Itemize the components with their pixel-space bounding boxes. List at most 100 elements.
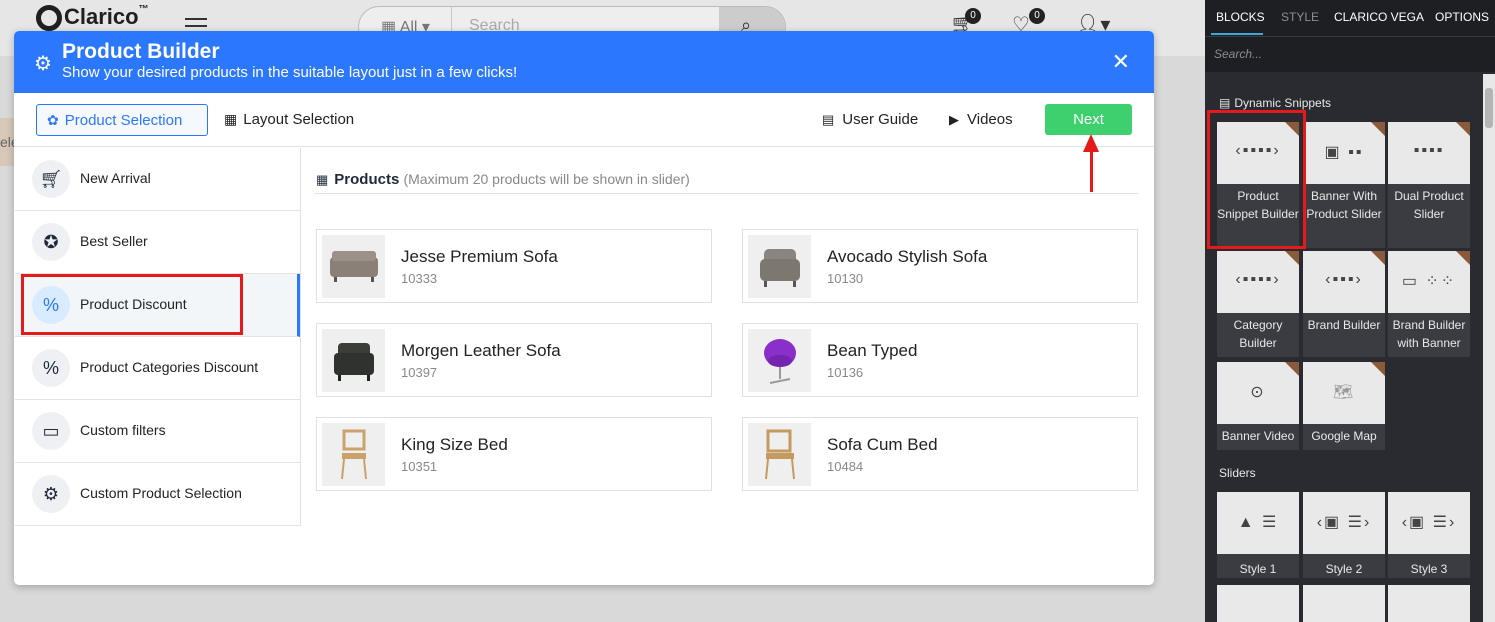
document-icon: ▤ [822, 112, 835, 127]
tab-product-selection[interactable]: ✿ Product Selection [36, 104, 208, 136]
block-preview: ‹▪▪▪› [1303, 251, 1385, 313]
product-card[interactable]: Sofa Cum Bed 10484 [742, 417, 1138, 491]
editor-blocks-panel: BLOCKS STYLE CLARICO VEGA OPTIONS Search… [1205, 0, 1495, 622]
block-dual-product-slider[interactable]: ▪▪▪▪ Dual Product Slider [1388, 122, 1470, 248]
product-name: Bean Typed [827, 341, 918, 360]
product-image [748, 423, 811, 486]
block-google-map[interactable]: 🗺︎ Google Map [1303, 362, 1385, 450]
product-name: Jesse Premium Sofa [401, 247, 558, 266]
product-name: Avocado Stylish Sofa [827, 247, 988, 266]
product-code: 10333 [401, 271, 438, 286]
filter-window-icon: ▭ [32, 412, 70, 450]
scrollbar-thumb[interactable] [1485, 88, 1493, 128]
grid-icon: ▦ [316, 172, 329, 187]
product-image [322, 329, 385, 392]
block-brand-builder[interactable]: ‹▪▪▪› Brand Builder [1303, 251, 1385, 357]
clarico-logo[interactable]: Clarico™ [36, 4, 149, 32]
section-sliders: Sliders [1219, 466, 1256, 480]
product-code: 10484 [827, 459, 864, 474]
product-image [322, 423, 385, 486]
block-preview: ‹▣ ☰› [1388, 492, 1470, 554]
section-dynamic-snippets: ▤ Dynamic Snippets [1219, 96, 1332, 110]
tab-blocks[interactable]: BLOCKS [1216, 10, 1265, 24]
block-banner-video[interactable]: ⊙ Banner Video [1217, 362, 1299, 450]
tab-layout-selection[interactable]: ▦ Layout Selection [214, 104, 366, 136]
product-name: Morgen Leather Sofa [401, 341, 561, 360]
block-preview: 🗺︎ [1303, 362, 1385, 424]
highlight-box-product-discount [21, 274, 243, 335]
block-brand-builder-with-banner[interactable]: ▭ ⁘⁘ Brand Builder with Banner [1388, 251, 1470, 357]
block-preview: ‹▪▪▪▪› [1217, 251, 1299, 313]
modal-subtitle: Show your desired products in the suitab… [62, 64, 518, 81]
category-discount-icon: % [32, 349, 70, 387]
product-selection-icon: ✿ [47, 112, 59, 128]
tab-style[interactable]: STYLE [1281, 10, 1319, 24]
block-slider-preview[interactable] [1217, 585, 1299, 622]
panel-tabs: BLOCKS STYLE CLARICO VEGA OPTIONS [1205, 0, 1495, 36]
block-slider-style-1[interactable]: ▲ ☰ Style 1 [1217, 492, 1299, 578]
modal-title: Product Builder [62, 40, 220, 63]
tab-clarico-vega[interactable]: CLARICO VEGA [1334, 10, 1424, 24]
product-card[interactable]: Bean Typed 10136 [742, 323, 1138, 397]
panel-scrollbar[interactable] [1483, 74, 1495, 622]
sidebar-item-product-categories-discount[interactable]: % Product Categories Discount [15, 337, 300, 400]
product-image [322, 235, 385, 298]
wishlist-count-badge: 0 [1029, 8, 1045, 24]
block-preview [1303, 585, 1385, 622]
block-preview: ▲ ☰ [1217, 492, 1299, 554]
product-code: 10397 [401, 365, 438, 380]
modal-toolbar: ✿ Product Selection ▦ Layout Selection ▤ Us… [14, 93, 1154, 147]
user-guide-link[interactable]: ▤ User Guide [822, 111, 918, 128]
product-code: 10351 [401, 459, 438, 474]
product-code: 10136 [827, 365, 864, 380]
cart-icon: 🛒︎ [32, 160, 70, 198]
next-button[interactable]: Next [1045, 104, 1132, 135]
products-note: (Maximum 20 products will be shown in sl… [403, 171, 690, 187]
product-name: King Size Bed [401, 435, 508, 454]
annotation-arrow [1090, 150, 1093, 192]
videos-link[interactable]: ▶ Videos [949, 111, 1013, 128]
block-slider-style-3[interactable]: ‹▣ ☰› Style 3 [1388, 492, 1470, 578]
product-builder-modal: ⚙ Product Builder Show your desired prod… [14, 31, 1154, 585]
tab-options[interactable]: OPTIONS [1435, 10, 1489, 24]
grid-icon: ▦ [224, 111, 238, 127]
products-heading: ▦ Products (Maximum 20 products will be s… [316, 171, 690, 188]
close-icon[interactable]: ✕ [1112, 51, 1130, 73]
divider [314, 193, 1138, 194]
selection-sidebar: 🛒︎ New Arrival ✪ Best Seller % Product D… [15, 148, 301, 526]
highlight-box-product-snippet-builder [1207, 110, 1306, 249]
block-slider-preview[interactable] [1303, 585, 1385, 622]
gear-icon: ⚙ [34, 53, 52, 75]
sidebar-item-custom-filters[interactable]: ▭ Custom filters [15, 400, 300, 463]
product-card[interactable]: Morgen Leather Sofa 10397 [316, 323, 712, 397]
product-image [748, 235, 811, 298]
product-card[interactable]: Jesse Premium Sofa 10333 [316, 229, 712, 303]
blocks-search-input[interactable]: Search... [1205, 36, 1495, 72]
block-preview: ‹▣ ☰› [1303, 492, 1385, 554]
file-icon: ▤ [1219, 96, 1231, 110]
product-code: 10130 [827, 271, 864, 286]
block-slider-style-2[interactable]: ‹▣ ☰› Style 2 [1303, 492, 1385, 578]
block-category-builder[interactable]: ‹▪▪▪▪› Category Builder [1217, 251, 1299, 357]
block-preview [1217, 585, 1299, 622]
product-card[interactable]: Avocado Stylish Sofa 10130 [742, 229, 1138, 303]
product-card[interactable]: King Size Bed 10351 [316, 417, 712, 491]
sidebar-item-new-arrival[interactable]: 🛒︎ New Arrival [15, 148, 300, 211]
block-preview: ▣ ▪▪ [1303, 122, 1385, 184]
block-preview [1388, 585, 1470, 622]
product-name: Sofa Cum Bed [827, 435, 938, 454]
block-preview: ▭ ⁘⁘ [1388, 251, 1470, 313]
play-icon: ▶ [949, 112, 959, 127]
gear-icon: ⚙ [32, 475, 70, 513]
sidebar-item-custom-product-selection[interactable]: ⚙ Custom Product Selection [15, 463, 300, 526]
block-preview: ▪▪▪▪ [1388, 122, 1470, 184]
award-icon: ✪ [32, 223, 70, 261]
block-preview: ⊙ [1217, 362, 1299, 424]
block-banner-with-product-slider[interactable]: ▣ ▪▪ Banner With Product Slider [1303, 122, 1385, 248]
block-slider-preview[interactable] [1388, 585, 1470, 622]
active-tab-indicator [1211, 33, 1263, 35]
product-image [748, 329, 811, 392]
cart-count-badge: 0 [965, 8, 981, 24]
sidebar-item-best-seller[interactable]: ✪ Best Seller [15, 211, 300, 274]
modal-header: ⚙ Product Builder Show your desired prod… [14, 31, 1154, 93]
